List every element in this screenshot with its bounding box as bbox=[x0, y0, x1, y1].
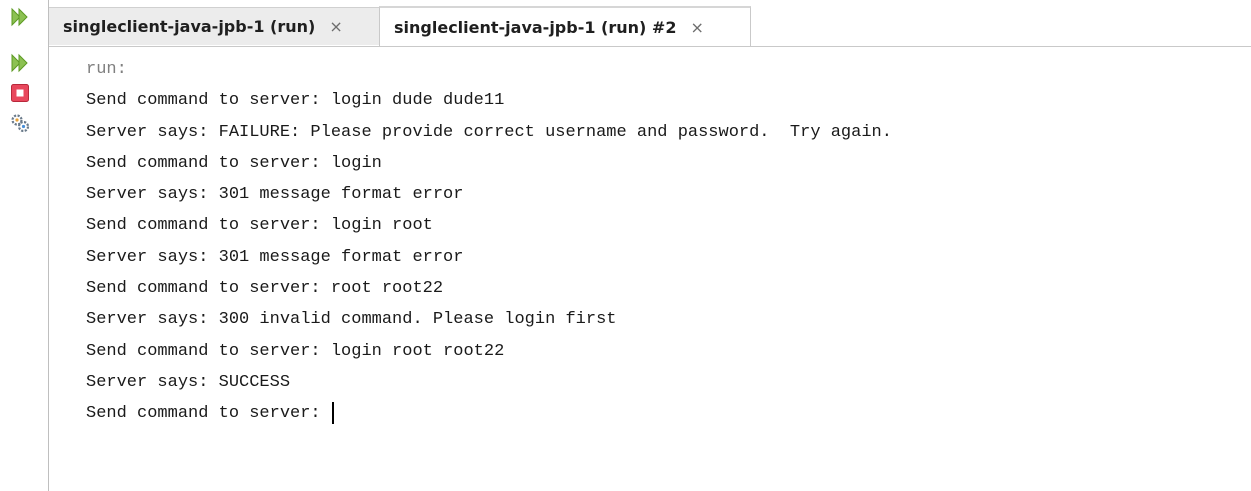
close-icon[interactable]: × bbox=[329, 17, 342, 36]
output-toolbar bbox=[0, 0, 49, 491]
console-output[interactable]: run: Send command to server: login dude … bbox=[86, 54, 1241, 491]
rerun-debug-icon bbox=[11, 53, 28, 73]
console-prompt: Send command to server: bbox=[86, 404, 331, 424]
settings-button[interactable] bbox=[9, 112, 31, 134]
rerun-button[interactable] bbox=[9, 6, 31, 28]
text-caret bbox=[331, 401, 334, 424]
close-icon[interactable]: × bbox=[690, 18, 703, 37]
rerun-icon bbox=[11, 7, 28, 27]
tab-bar: singleclient-java-jpb-1 (run) × singlecl… bbox=[49, 0, 1251, 47]
tab-run-1[interactable]: singleclient-java-jpb-1 (run) × bbox=[49, 7, 379, 45]
rerun-with-options-button[interactable] bbox=[9, 52, 31, 74]
tab-run-2[interactable]: singleclient-java-jpb-1 (run) #2 × bbox=[379, 6, 751, 46]
output-window: singleclient-java-jpb-1 (run) × singlecl… bbox=[0, 0, 1251, 491]
stop-icon bbox=[11, 84, 29, 102]
console-line: Server says: SUCCESS bbox=[86, 372, 291, 392]
stop-button[interactable] bbox=[9, 82, 31, 104]
tab-label: singleclient-java-jpb-1 (run) #2 bbox=[394, 17, 677, 37]
console-input-line[interactable]: Send command to server: bbox=[86, 398, 1241, 429]
console-line: Send command to server: login dude dude1… bbox=[86, 91, 505, 111]
console-line: Server says: 301 message format error bbox=[86, 247, 464, 267]
console-line: Send command to server: login root root2… bbox=[86, 341, 505, 361]
console-line: Send command to server: login bbox=[86, 153, 382, 173]
console-line: Server says: FAILURE: Please provide cor… bbox=[86, 122, 892, 142]
console-line: Server says: 301 message format error bbox=[86, 185, 464, 205]
console-line: run: bbox=[86, 60, 127, 79]
console-line: Server says: 300 invalid command. Please… bbox=[86, 310, 617, 330]
console-line: Send command to server: login root bbox=[86, 216, 433, 236]
console-line: Send command to server: root root22 bbox=[86, 279, 444, 299]
tab-label: singleclient-java-jpb-1 (run) bbox=[63, 17, 316, 36]
settings-icon bbox=[11, 114, 30, 133]
